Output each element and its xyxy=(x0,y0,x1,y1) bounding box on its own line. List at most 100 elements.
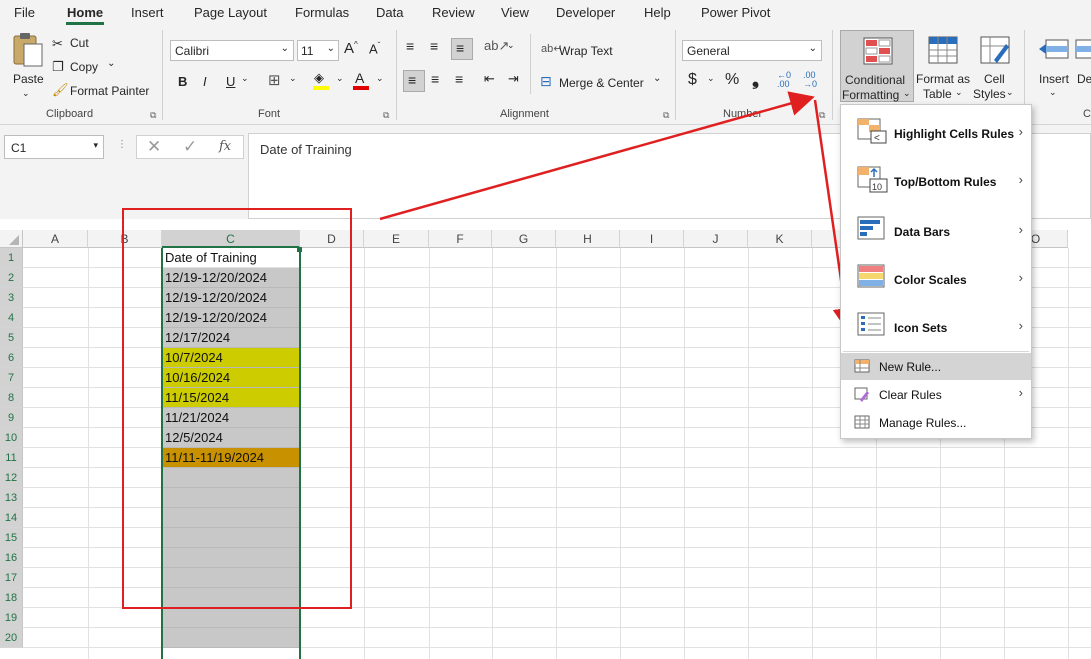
format-painter-button[interactable]: Format Painter xyxy=(70,84,149,98)
increase-font-icon[interactable]: A^ xyxy=(344,40,358,57)
decrease-decimal-icon[interactable]: .00 →0 xyxy=(803,71,817,89)
row-header-9[interactable]: 9 xyxy=(0,408,23,428)
number-format-select[interactable]: General ⌄ xyxy=(682,40,822,61)
underline-button[interactable]: U xyxy=(226,74,235,89)
column-header-i[interactable]: I xyxy=(620,230,684,248)
increase-decimal-icon[interactable]: ←0.00 xyxy=(777,71,791,89)
font-size-select[interactable]: 11 ⌄ xyxy=(297,40,339,61)
row-header-18[interactable]: 18 xyxy=(0,588,23,608)
row-header-17[interactable]: 17 xyxy=(0,568,23,588)
tab-formulas[interactable]: Formulas xyxy=(295,5,349,20)
menu-item-color-scales[interactable]: Color Scales › xyxy=(841,253,1031,301)
menu-item-top-bottom-rules[interactable]: 10 Top/Bottom Rules › xyxy=(841,155,1031,203)
align-center-icon[interactable]: ≡ xyxy=(431,71,439,87)
row-header-15[interactable]: 15 xyxy=(0,528,23,548)
column-header-g[interactable]: G xyxy=(492,230,556,248)
row-header-4[interactable]: 4 xyxy=(0,308,23,328)
decrease-font-icon[interactable]: Aˇ xyxy=(369,41,380,56)
decrease-indent-icon[interactable]: ⇤ xyxy=(484,71,495,87)
row-header-16[interactable]: 16 xyxy=(0,548,23,568)
conditional-formatting-button[interactable]: Conditional Formatting ⌄ xyxy=(840,30,914,102)
column-header-j[interactable]: J xyxy=(684,230,748,248)
dialog-launcher-icon[interactable]: ⧉ xyxy=(663,110,669,121)
tab-insert[interactable]: Insert xyxy=(131,5,164,20)
align-bottom-button[interactable]: ≡ xyxy=(451,38,473,60)
row-header-20[interactable]: 20 xyxy=(0,628,23,648)
tab-home[interactable]: Home xyxy=(67,5,103,20)
merge-dropdown-icon[interactable]: ⌄ xyxy=(653,73,661,84)
italic-button[interactable]: I xyxy=(203,74,207,89)
tab-review[interactable]: Review xyxy=(432,5,475,20)
fill-dropdown-icon[interactable]: ⌄ xyxy=(336,73,344,84)
increase-indent-icon[interactable]: ⇥ xyxy=(508,71,519,87)
column-header-k[interactable]: K xyxy=(748,230,812,248)
drag-handle-icon[interactable]: ⋮ xyxy=(117,139,127,150)
font-name-select[interactable]: Calibri ⌄ xyxy=(170,40,294,61)
format-as-table-button[interactable]: Format as Table ⌄ xyxy=(914,30,972,102)
align-top-icon[interactable]: ≡ xyxy=(406,38,414,54)
enter-icon[interactable]: ✓ xyxy=(183,137,197,157)
row-header-14[interactable]: 14 xyxy=(0,508,23,528)
cell-styles-button[interactable]: Cell Styles ⌄ xyxy=(972,30,1018,102)
row-header-5[interactable]: 5 xyxy=(0,328,23,348)
row-header-19[interactable]: 19 xyxy=(0,608,23,628)
row-header-10[interactable]: 10 xyxy=(0,428,23,448)
column-header-h[interactable]: H xyxy=(556,230,620,248)
row-header-7[interactable]: 7 xyxy=(0,368,23,388)
tab-power-pivot[interactable]: Power Pivot xyxy=(701,5,770,20)
fill-color-button[interactable]: ◈ xyxy=(311,70,331,90)
currency-dropdown-icon[interactable]: ⌄ xyxy=(707,73,715,84)
wrap-text-button[interactable]: Wrap Text xyxy=(559,44,613,58)
borders-dropdown-icon[interactable]: ⌄ xyxy=(289,73,297,84)
menu-item-new-rule[interactable]: New Rule... xyxy=(841,353,1031,380)
underline-dropdown-icon[interactable]: ⌄ xyxy=(241,73,249,84)
tab-developer[interactable]: Developer xyxy=(556,5,615,20)
align-middle-icon[interactable]: ≡ xyxy=(430,38,438,54)
row-header-12[interactable]: 12 xyxy=(0,468,23,488)
row-header-3[interactable]: 3 xyxy=(0,288,23,308)
tab-file[interactable]: File xyxy=(14,5,35,20)
orientation-icon[interactable]: ab↗ xyxy=(484,38,509,54)
menu-item-clear-rules[interactable]: Clear Rules › xyxy=(841,381,1031,409)
column-header-f[interactable]: F xyxy=(429,230,492,248)
insert-cells-button[interactable]: Insert ⌄ xyxy=(1034,30,1074,102)
menu-item-icon-sets[interactable]: Icon Sets › xyxy=(841,301,1031,349)
cut-button[interactable]: Cut xyxy=(70,36,89,50)
percent-button[interactable]: % xyxy=(725,71,739,89)
font-color-button[interactable]: A xyxy=(351,70,371,90)
tab-data[interactable]: Data xyxy=(376,5,403,20)
dialog-launcher-icon[interactable]: ⧉ xyxy=(150,110,156,121)
copy-dropdown-icon[interactable]: ⌄ xyxy=(107,58,115,69)
column-header-e[interactable]: E xyxy=(364,230,429,248)
row-header-11[interactable]: 11 xyxy=(0,448,23,468)
cancel-icon[interactable]: ✕ xyxy=(147,137,161,157)
row-header-1[interactable]: 1 xyxy=(0,248,23,268)
comma-button[interactable]: ❟ xyxy=(752,69,759,90)
bold-button[interactable]: B xyxy=(178,74,187,89)
delete-cells-button[interactable]: De xyxy=(1074,30,1091,102)
select-all-corner[interactable] xyxy=(0,230,23,248)
dialog-launcher-icon[interactable]: ⧉ xyxy=(383,110,389,121)
column-header-a[interactable]: A xyxy=(23,230,88,248)
font-color-dropdown-icon[interactable]: ⌄ xyxy=(376,73,384,84)
borders-icon[interactable]: ⊞ xyxy=(268,71,281,89)
menu-item-data-bars[interactable]: Data Bars › xyxy=(841,205,1031,253)
menu-item-manage-rules[interactable]: Manage Rules... xyxy=(841,409,1031,437)
menu-item-highlight-cells-rules[interactable]: < Highlight Cells Rules › xyxy=(841,107,1031,155)
paste-button[interactable]: Paste ⌄ xyxy=(10,32,46,98)
copy-button[interactable]: Copy xyxy=(70,60,98,74)
orientation-dropdown-icon[interactable]: ⌄ xyxy=(507,40,515,51)
align-left-button[interactable]: ≡ xyxy=(403,70,425,92)
currency-button[interactable]: $ xyxy=(688,71,697,89)
row-header-8[interactable]: 8 xyxy=(0,388,23,408)
name-box[interactable]: C1 ▾ xyxy=(4,135,104,159)
merge-center-button[interactable]: Merge & Center xyxy=(559,76,644,90)
row-header-13[interactable]: 13 xyxy=(0,488,23,508)
align-right-icon[interactable]: ≡ xyxy=(455,71,463,87)
row-header-6[interactable]: 6 xyxy=(0,348,23,368)
insert-function-icon[interactable]: fx xyxy=(219,139,231,154)
tab-help[interactable]: Help xyxy=(644,5,671,20)
tab-page-layout[interactable]: Page Layout xyxy=(194,5,267,20)
dialog-launcher-icon[interactable]: ⧉ xyxy=(819,110,825,121)
tab-view[interactable]: View xyxy=(501,5,529,20)
